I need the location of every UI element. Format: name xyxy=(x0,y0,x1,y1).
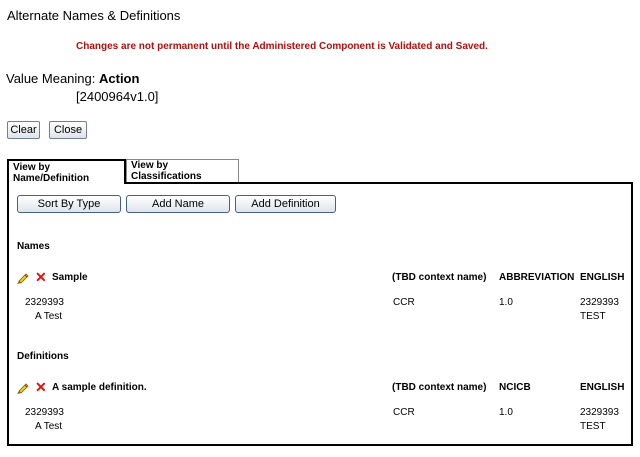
definition-sub-desc: A Test xyxy=(35,421,63,432)
name-language: ENGLISH xyxy=(580,272,625,283)
value-meaning-name: Action xyxy=(99,71,140,86)
warning-message: Changes are not permanent until the Admi… xyxy=(76,41,488,52)
name-sub-id2: 2329393 xyxy=(580,297,619,308)
name-sub-id: 2329393 xyxy=(25,297,64,308)
definition-sub-context: CCR xyxy=(393,407,415,418)
names-heading: Names xyxy=(17,241,50,252)
definition-language: ENGLISH xyxy=(580,382,625,393)
definition-context: (TBD context name) xyxy=(392,382,487,393)
definition-sub-desc2: TEST xyxy=(580,421,606,432)
value-meaning-label: Value Meaning: xyxy=(6,71,96,86)
definition-sub-version: 1.0 xyxy=(499,407,513,418)
name-sub-desc: A Test xyxy=(35,311,63,322)
clear-button[interactable]: Clear xyxy=(7,121,40,139)
add-definition-button[interactable]: Add Definition xyxy=(235,195,336,213)
tab-view-by-name-definition[interactable]: View by Name/Definition xyxy=(7,159,126,184)
name-sub-desc2: TEST xyxy=(580,311,606,322)
sort-by-type-button[interactable]: Sort By Type xyxy=(17,195,121,213)
name-sub-version: 1.0 xyxy=(499,297,513,308)
definition-value: A sample definition. xyxy=(52,382,147,393)
definition-type: NCICB xyxy=(499,382,531,393)
definitions-heading: Definitions xyxy=(17,351,69,362)
value-meaning-id: [2400964v1.0] xyxy=(76,89,159,104)
add-name-button[interactable]: Add Name xyxy=(126,195,230,213)
tab-panel: Sort By Type Add Name Add Definition Nam… xyxy=(7,182,633,446)
close-button[interactable]: Close xyxy=(49,121,87,139)
definition-sub-id: 2329393 xyxy=(25,407,64,418)
value-meaning-line: Value Meaning: Action xyxy=(6,71,139,86)
name-sub-context: CCR xyxy=(393,297,415,308)
definition-sub-id2: 2329393 xyxy=(580,407,619,418)
page-title: Alternate Names & Definitions xyxy=(7,8,181,23)
name-context: (TBD context name) xyxy=(392,272,487,283)
name-type: ABBREVIATION xyxy=(499,272,575,283)
delete-icon[interactable]: ✕ xyxy=(35,270,47,284)
pencil-icon[interactable] xyxy=(16,271,30,285)
delete-icon[interactable]: ✕ xyxy=(35,380,47,394)
tab-view-by-classifications[interactable]: View by Classifications xyxy=(126,159,239,182)
pencil-icon[interactable] xyxy=(16,381,30,395)
name-value: Sample xyxy=(52,272,88,283)
